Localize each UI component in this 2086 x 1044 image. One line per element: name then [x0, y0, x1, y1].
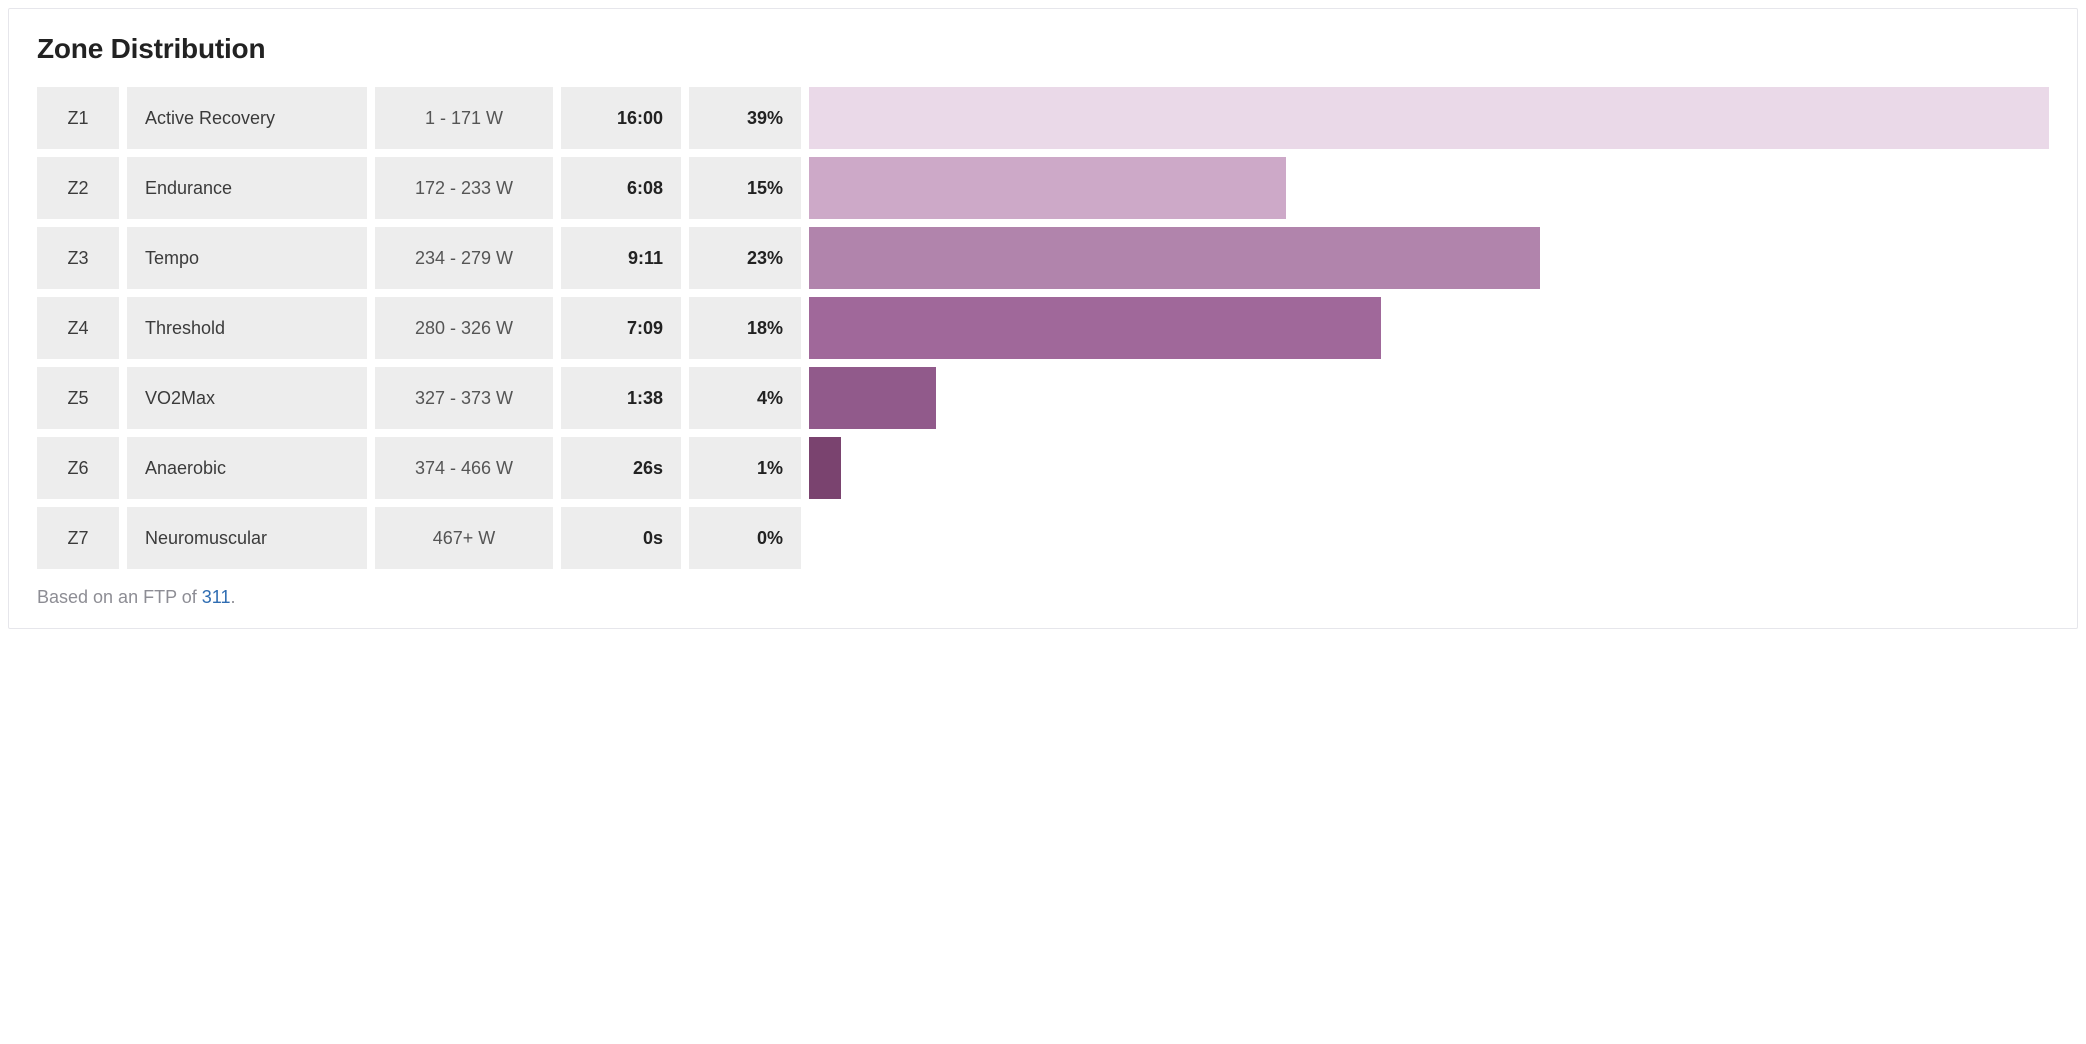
zone-time: 6:08 [561, 157, 681, 219]
zone-name: Anaerobic [127, 437, 367, 499]
zone-row: Z5VO2Max327 - 373 W1:384% [37, 367, 2049, 429]
zone-bar-track [809, 437, 2049, 499]
zone-range: 234 - 279 W [375, 227, 553, 289]
zone-bar [809, 367, 936, 429]
zone-range: 1 - 171 W [375, 87, 553, 149]
zone-code: Z2 [37, 157, 119, 219]
zone-row: Z1Active Recovery1 - 171 W16:0039% [37, 87, 2049, 149]
zone-code: Z4 [37, 297, 119, 359]
zone-code: Z6 [37, 437, 119, 499]
zone-range: 374 - 466 W [375, 437, 553, 499]
zone-name: Neuromuscular [127, 507, 367, 569]
zone-row: Z7Neuromuscular467+ W0s0% [37, 507, 2049, 569]
zone-row: Z3Tempo234 - 279 W9:1123% [37, 227, 2049, 289]
zone-percent: 0% [689, 507, 801, 569]
zone-percent: 1% [689, 437, 801, 499]
zone-name: Endurance [127, 157, 367, 219]
ftp-footer-prefix: Based on an FTP of [37, 587, 202, 607]
zone-code: Z5 [37, 367, 119, 429]
zone-range: 327 - 373 W [375, 367, 553, 429]
zone-bar-track [809, 297, 2049, 359]
zone-range: 467+ W [375, 507, 553, 569]
zone-name: Tempo [127, 227, 367, 289]
zone-bar [809, 227, 1540, 289]
zone-bar-track [809, 367, 2049, 429]
zone-name: VO2Max [127, 367, 367, 429]
zone-time: 26s [561, 437, 681, 499]
zone-code: Z7 [37, 507, 119, 569]
zone-name: Active Recovery [127, 87, 367, 149]
zone-row: Z4Threshold280 - 326 W7:0918% [37, 297, 2049, 359]
ftp-footer: Based on an FTP of 311. [37, 587, 2049, 608]
zone-bar-track [809, 87, 2049, 149]
zone-rows: Z1Active Recovery1 - 171 W16:0039% Z2Endu… [37, 87, 2049, 569]
zone-time: 1:38 [561, 367, 681, 429]
zone-row: Z6Anaerobic374 - 466 W26s1% [37, 437, 2049, 499]
zone-distribution-card: Zone Distribution Z1Active Recovery1 - 1… [8, 8, 2078, 629]
ftp-footer-suffix: . [230, 587, 235, 607]
zone-bar-track [809, 507, 2049, 569]
zone-bar-track [809, 227, 2049, 289]
zone-time: 16:00 [561, 87, 681, 149]
ftp-link[interactable]: 311 [202, 587, 231, 607]
zone-time: 0s [561, 507, 681, 569]
card-title: Zone Distribution [37, 33, 2049, 65]
zone-bar [809, 87, 2049, 149]
zone-range: 172 - 233 W [375, 157, 553, 219]
zone-bar [809, 157, 1286, 219]
zone-bar [809, 297, 1381, 359]
zone-code: Z3 [37, 227, 119, 289]
zone-time: 9:11 [561, 227, 681, 289]
zone-bar [809, 437, 841, 499]
zone-percent: 15% [689, 157, 801, 219]
zone-range: 280 - 326 W [375, 297, 553, 359]
zone-bar-track [809, 157, 2049, 219]
zone-time: 7:09 [561, 297, 681, 359]
zone-percent: 23% [689, 227, 801, 289]
zone-percent: 18% [689, 297, 801, 359]
zone-row: Z2Endurance172 - 233 W6:0815% [37, 157, 2049, 219]
zone-name: Threshold [127, 297, 367, 359]
zone-percent: 4% [689, 367, 801, 429]
zone-code: Z1 [37, 87, 119, 149]
zone-percent: 39% [689, 87, 801, 149]
